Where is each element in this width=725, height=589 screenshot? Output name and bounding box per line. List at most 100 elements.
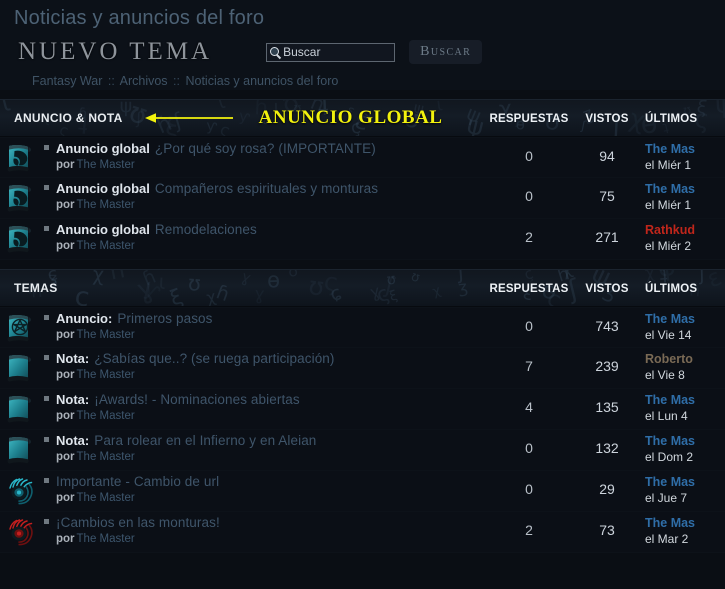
last-post-author-link[interactable]: The Mas: [645, 393, 725, 408]
breadcrumb-separator: ::: [173, 74, 180, 88]
topic-title-link[interactable]: ¿Por qué soy rosa? (IMPORTANTE): [155, 141, 376, 156]
column-header-last-post: ÚLTIMOS: [645, 113, 698, 125]
svg-text:ɦ: ɦ: [107, 270, 127, 285]
breadcrumb-item-1[interactable]: Archivos: [120, 74, 168, 88]
last-post-cell: Roberto el Vie 8: [639, 348, 725, 383]
scroll-icon: [0, 430, 44, 467]
svg-text:ɩ: ɩ: [158, 270, 166, 294]
topic-author-link[interactable]: The Master: [75, 240, 135, 252]
topic-byline: por The Master: [44, 450, 483, 464]
table-row[interactable]: Anuncio global Compañeros espirituales y …: [0, 178, 725, 219]
bullet-icon: [44, 315, 49, 320]
table-row[interactable]: Nota: Para rolear en el Infierno y en Ale…: [0, 430, 725, 471]
svg-text:ɣ: ɣ: [134, 273, 158, 307]
topic-title-line: Nota: ¡Awards! - Nominaciones abiertas: [44, 392, 483, 407]
topic-author-link[interactable]: The Master: [75, 451, 135, 463]
replies-count: 0: [525, 318, 533, 334]
topic-title-link[interactable]: ¡Cambios en las monturas!: [56, 515, 220, 530]
svg-text:ʊ: ʊ: [287, 270, 299, 281]
globe-scroll-icon: [0, 219, 44, 256]
bullet-icon: [44, 519, 49, 524]
topic-info: Nota: ¿Sabías que..? (se ruega participac…: [44, 348, 483, 382]
svg-text:ɕ: ɕ: [327, 281, 345, 306]
last-post-author-link[interactable]: The Mas: [645, 516, 725, 531]
table-row[interactable]: Nota: ¡Awards! - Nominaciones abiertas por…: [0, 389, 725, 430]
table-row[interactable]: ¡Cambios en las monturas! por The Master 2 7…: [0, 512, 725, 553]
bullet-icon: [44, 145, 49, 150]
last-post-author-link[interactable]: The Mas: [645, 475, 725, 490]
search-input[interactable]: Buscar: [266, 42, 396, 62]
svg-text:ς: ς: [373, 281, 393, 307]
topic-title-line: ¡Cambios en las monturas!: [44, 515, 483, 530]
topic-list-0: Anuncio global ¿Por qué soy rosa? (IMPORT…: [0, 137, 725, 260]
byline-label: por: [56, 159, 75, 171]
topic-title-link[interactable]: Primeros pasos: [117, 311, 212, 326]
last-post-author-link[interactable]: Rathkud: [645, 223, 725, 238]
replies-count: 0: [525, 440, 533, 456]
topic-title-line: Nota: ¿Sabías que..? (se ruega participac…: [44, 351, 483, 366]
table-row[interactable]: Importante - Cambio de url por The Master 0…: [0, 471, 725, 512]
topic-title-link[interactable]: Importante - Cambio de url: [56, 474, 219, 489]
topic-byline: por The Master: [44, 158, 483, 172]
views-count: 75: [599, 188, 615, 204]
topic-title-link[interactable]: Compañeros espirituales y monturas: [155, 181, 378, 196]
last-post-date: el Mar 2: [645, 532, 689, 546]
views-count: 135: [595, 399, 619, 415]
table-row[interactable]: Nota: ¿Sabías que..? (se ruega participac…: [0, 348, 725, 389]
topic-info: Anuncio global Remodelaciones por The Maste…: [44, 219, 483, 253]
topic-prefix: Nota:: [56, 433, 90, 448]
section-header-0: ʇɦψѳξɣςʃξʊƴɦψɩʇƴʊɩѳʊɛɦψƴχʇψʊʃʇʃɣςɛʊɦɩςψɩ…: [0, 99, 725, 137]
svg-text:ɣ: ɣ: [253, 284, 265, 305]
column-header-replies: RESPUESTAS: [489, 283, 569, 295]
topic-title-line: Anuncio global ¿Por qué soy rosa? (IMPORT…: [44, 141, 483, 156]
views-count: 94: [599, 148, 615, 164]
topic-author-link[interactable]: The Master: [75, 329, 135, 341]
globe-scroll-icon: [0, 178, 44, 215]
last-post-author-link[interactable]: The Mas: [645, 182, 725, 197]
scroll-icon: [0, 348, 44, 385]
table-row[interactable]: Anuncio: Primeros pasos por The Master 0 743 T…: [0, 307, 725, 348]
replies-count: 7: [525, 358, 533, 374]
topic-title-link[interactable]: ¿Sabías que..? (se ruega participación): [94, 351, 334, 366]
breadcrumb-item-0[interactable]: Fantasy War: [32, 74, 102, 88]
topic-title-link[interactable]: Remodelaciones: [155, 222, 257, 237]
last-post-author-link[interactable]: The Mas: [645, 434, 725, 449]
topic-title-link[interactable]: ¡Awards! - Nominaciones abiertas: [94, 392, 300, 407]
byline-label: por: [56, 410, 75, 422]
byline-label: por: [56, 240, 75, 252]
last-post-author-link[interactable]: The Mas: [645, 142, 725, 157]
breadcrumb-item-2[interactable]: Noticias y anuncios del foro: [185, 74, 338, 88]
table-row[interactable]: Anuncio global ¿Por qué soy rosa? (IMPORT…: [0, 137, 725, 178]
new-topic-button[interactable]: NUEVO TEMA: [18, 38, 212, 66]
topic-author-link[interactable]: The Master: [75, 369, 135, 381]
svg-text:ҫ: ҫ: [73, 282, 91, 307]
globe-scroll-icon: [0, 138, 44, 175]
breadcrumb-separator: ::: [107, 74, 115, 88]
table-row[interactable]: Anuncio global Remodelaciones por The Maste…: [0, 219, 725, 260]
svg-text:ʃ: ʃ: [456, 270, 467, 285]
search-submit-button[interactable]: Buscar: [409, 40, 483, 64]
last-post-date: el Dom 2: [645, 450, 694, 464]
replies-count: 4: [525, 399, 533, 415]
svg-text:ξ: ξ: [167, 284, 186, 307]
breadcrumb: Fantasy War :: Archivos :: Noticias y an…: [14, 70, 725, 90]
topic-prefix: Anuncio global: [56, 141, 150, 156]
topic-author-link[interactable]: The Master: [75, 492, 135, 504]
scroll-icon: [0, 389, 44, 426]
topic-title-line: Nota: Para rolear en el Infierno y en Ale…: [44, 433, 483, 448]
last-post-author-link[interactable]: The Mas: [645, 312, 725, 327]
replies-count: 2: [525, 522, 533, 538]
svg-text:ɩ: ɩ: [0, 100, 13, 118]
topic-byline: por The Master: [44, 409, 483, 423]
topic-author-link[interactable]: The Master: [75, 159, 135, 171]
forum-page: Noticias y anuncios del foro NUEVO TEMA …: [0, 0, 725, 589]
topic-author-link[interactable]: The Master: [75, 199, 135, 211]
annotation-label: ANUNCIO GLOBAL: [258, 107, 443, 128]
last-post-author-link[interactable]: Roberto: [645, 352, 725, 367]
topic-info: Anuncio global ¿Por qué soy rosa? (IMPORT…: [44, 138, 483, 172]
topic-title-link[interactable]: Para rolear en el Infierno y en Aleian: [94, 433, 316, 448]
topic-title-line: Anuncio: Primeros pasos: [44, 311, 483, 326]
topic-author-link[interactable]: The Master: [75, 533, 135, 545]
replies-count: 0: [525, 481, 533, 497]
topic-author-link[interactable]: The Master: [75, 410, 135, 422]
